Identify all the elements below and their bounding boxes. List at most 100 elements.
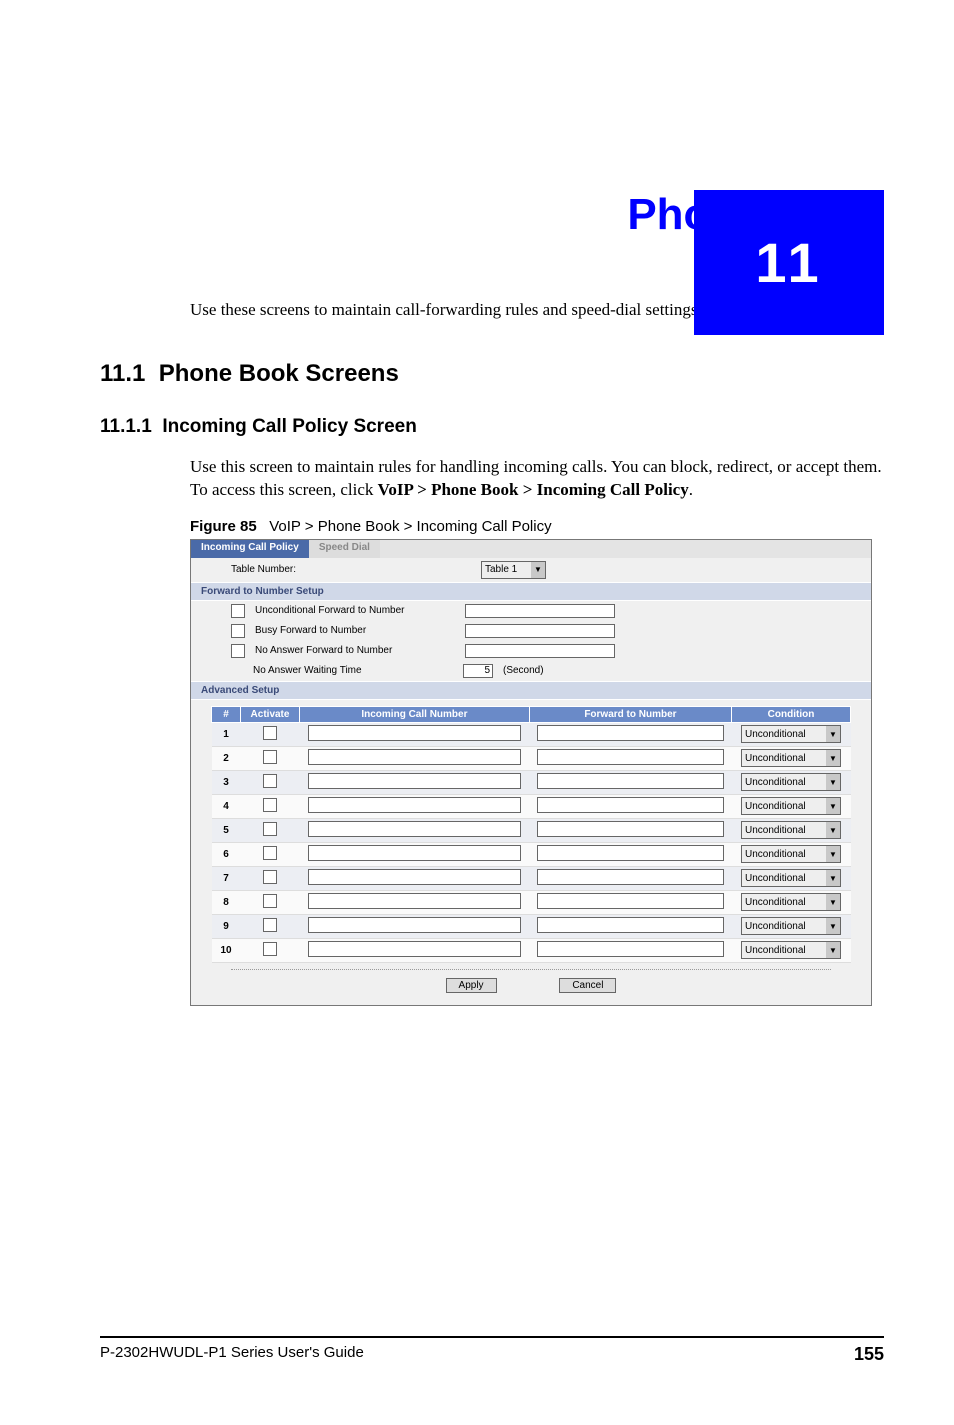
row-activate-checkbox[interactable] [263,846,277,860]
row-incoming-input[interactable] [308,725,521,741]
body-paragraph: Use this screen to maintain rules for ha… [190,456,884,502]
chevron-down-icon: ▼ [826,822,840,838]
row-condition-select[interactable]: Unconditional▼ [741,749,841,767]
row-incoming-input[interactable] [308,917,521,933]
row-condition-select[interactable]: Unconditional ▼ [741,821,841,839]
row-incoming-input[interactable] [308,893,521,909]
label-unconditional-forward: Unconditional Forward to Number [255,605,455,616]
tab-incoming-call-policy[interactable]: Incoming Call Policy [191,540,309,558]
row-forward-input[interactable] [537,821,723,837]
row-condition-value: Unconditional [745,777,806,788]
row-activate-checkbox[interactable] [263,726,277,740]
table-row: 4Unconditional▼ [212,794,851,818]
row-forward-input[interactable] [537,869,723,885]
row-forward-input[interactable] [537,941,723,957]
section-title: Phone Book Screens [159,360,399,387]
row-activate-checkbox[interactable] [263,822,277,836]
checkbox-busy[interactable] [231,624,245,638]
advanced-table: # Activate Incoming Call Number Forward … [211,706,851,963]
section-heading: 11.1 Phone Book Screens [100,360,884,388]
figure-label: Figure 85 [190,518,257,535]
label-second-unit: (Second) [503,665,544,676]
row-activate-checkbox[interactable] [263,870,277,884]
table-row: 2Unconditional▼ [212,746,851,770]
col-condition: Condition [732,706,851,722]
row-index: 1 [212,722,241,746]
section-forward-setup: Forward to Number Setup [191,582,871,601]
row-condition-value: Unconditional [745,801,806,812]
table-number-select[interactable]: Table 1 ▼ [481,561,546,579]
chevron-down-icon: ▼ [826,798,840,814]
row-condition-select[interactable]: Unconditional ▼ [741,773,841,791]
checkbox-unconditional[interactable] [231,604,245,618]
table-row: 7 Unconditional ▼ [212,866,851,890]
row-condition-value: Unconditional [745,873,806,884]
input-noanswer-forward[interactable] [465,644,615,658]
col-incoming: Incoming Call Number [300,706,530,722]
row-forward-input[interactable] [537,893,723,909]
section-advanced-setup: Advanced Setup [191,681,871,700]
table-number-value: Table 1 [485,564,517,575]
page-number: 155 [854,1344,884,1365]
table-row: 1 Unconditional▼ [212,722,851,746]
row-condition-value: Unconditional [745,921,806,932]
row-forward-input[interactable] [537,797,723,813]
row-incoming-input[interactable] [308,773,521,789]
row-activate-checkbox[interactable] [263,894,277,908]
chevron-down-icon: ▼ [826,942,840,958]
page-footer: P-2302HWUDL-P1 Series User's Guide 155 [100,1336,884,1365]
table-row: 8Unconditional▼ [212,890,851,914]
row-activate-checkbox[interactable] [263,798,277,812]
chevron-down-icon: ▼ [826,726,840,742]
subsection-number: 11.1.1 [100,416,152,437]
row-condition-select[interactable]: Unconditional▼ [741,917,841,935]
row-index: 9 [212,914,241,938]
row-condition-value: Unconditional [745,825,806,836]
col-forward: Forward to Number [529,706,731,722]
chevron-down-icon: ▼ [826,870,840,886]
section-number: 11.1 [100,360,145,387]
checkbox-noanswer[interactable] [231,644,245,658]
row-condition-value: Unconditional [745,897,806,908]
chapter-number-box: 11 [694,190,884,335]
row-forward-input[interactable] [537,725,723,741]
row-activate-checkbox[interactable] [263,750,277,764]
row-forward-input[interactable] [537,845,723,861]
chevron-down-icon: ▼ [826,774,840,790]
row-incoming-input[interactable] [308,797,521,813]
row-index: 6 [212,842,241,866]
row-condition-select[interactable]: Unconditional▼ [741,893,841,911]
row-incoming-input[interactable] [308,869,521,885]
row-condition-select[interactable]: Unconditional ▼ [741,845,841,863]
chevron-down-icon: ▼ [826,846,840,862]
row-condition-select[interactable]: Unconditional ▼ [741,941,841,959]
apply-button[interactable]: Apply [446,978,497,993]
row-activate-checkbox[interactable] [263,942,277,956]
row-forward-input[interactable] [537,917,723,933]
input-busy-forward[interactable] [465,624,615,638]
cancel-button[interactable]: Cancel [559,978,616,993]
row-condition-select[interactable]: Unconditional ▼ [741,869,841,887]
row-forward-input[interactable] [537,773,723,789]
label-busy-forward: Busy Forward to Number [255,625,455,636]
row-activate-checkbox[interactable] [263,774,277,788]
chevron-down-icon: ▼ [531,562,545,578]
row-condition-select[interactable]: Unconditional ▼ [741,797,841,815]
tab-speed-dial[interactable]: Speed Dial [309,540,380,558]
row-incoming-input[interactable] [308,749,521,765]
row-activate-checkbox[interactable] [263,918,277,932]
table-row: 9 Unconditional▼ [212,914,851,938]
subsection-title: Incoming Call Policy Screen [162,416,416,437]
row-index: 7 [212,866,241,890]
row-condition-value: Unconditional [745,849,806,860]
subsection-heading: 11.1.1 Incoming Call Policy Screen [100,416,884,438]
row-incoming-input[interactable] [308,821,521,837]
input-noanswer-wait[interactable]: 5 [463,664,493,678]
row-forward-input[interactable] [537,749,723,765]
table-number-label: Table Number: [231,564,381,575]
row-incoming-input[interactable] [308,845,521,861]
row-condition-select[interactable]: Unconditional▼ [741,725,841,743]
input-unconditional-forward[interactable] [465,604,615,618]
row-incoming-input[interactable] [308,941,521,957]
row-condition-value: Unconditional [745,945,806,956]
